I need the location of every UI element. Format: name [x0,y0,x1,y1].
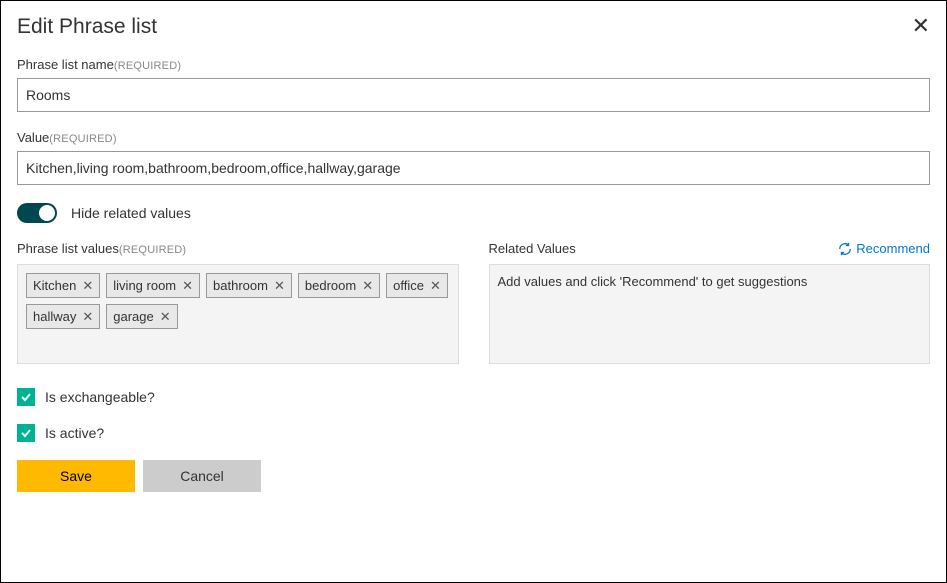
remove-tag-icon[interactable]: ✕ [182,279,193,292]
phrase-tag-text: bathroom [213,278,268,293]
name-required: (REQUIRED) [114,60,181,72]
phrase-tag-text: office [393,278,424,293]
related-values-box: Add values and click 'Recommend' to get … [489,264,931,364]
related-values-section: Related Values Recommend Add values and … [489,241,931,364]
remove-tag-icon[interactable]: ✕ [82,279,93,292]
related-values-label: Related Values [489,241,576,256]
refresh-icon [838,242,852,256]
cancel-button[interactable]: Cancel [143,460,261,492]
phrase-tag-text: living room [113,278,176,293]
recommend-button[interactable]: Recommend [838,241,930,256]
phrase-values-label-text: Phrase list values [17,241,119,256]
checkmark-icon [20,391,32,403]
value-required: (REQUIRED) [49,133,116,145]
close-icon[interactable]: ✕ [912,15,930,37]
related-placeholder: Add values and click 'Recommend' to get … [498,274,808,289]
value-label-text: Value [17,130,49,145]
dialog-title: Edit Phrase list [17,15,157,39]
phrase-tag: garage ✕ [106,304,177,329]
active-checkbox[interactable] [17,424,35,442]
phrase-tag: living room ✕ [106,273,200,298]
value-input[interactable] [17,151,930,185]
active-label: Is active? [45,425,104,441]
toggle-knob [39,205,55,221]
phrase-tag-text: hallway [33,309,76,324]
hide-related-label: Hide related values [71,205,191,221]
phrase-tag: bedroom ✕ [298,273,380,298]
remove-tag-icon[interactable]: ✕ [160,310,171,323]
phrase-tag: hallway ✕ [26,304,100,329]
phrase-values-box: Kitchen✕living room✕bathroom✕bedroom✕off… [17,264,459,364]
remove-tag-icon[interactable]: ✕ [362,279,373,292]
name-label: Phrase list name(REQUIRED) [17,57,930,72]
phrase-tag: bathroom ✕ [206,273,292,298]
phrase-tag-text: bedroom [305,278,356,293]
checkmark-icon [20,427,32,439]
remove-tag-icon[interactable]: ✕ [274,279,285,292]
hide-related-toggle[interactable] [17,203,57,223]
phrase-tag: office ✕ [386,273,448,298]
phrase-tag-text: Kitchen [33,278,76,293]
remove-tag-icon[interactable]: ✕ [430,279,441,292]
name-label-text: Phrase list name [17,57,114,72]
name-input[interactable] [17,78,930,112]
edit-phrase-list-dialog: Edit Phrase list ✕ Phrase list name(REQU… [0,0,947,583]
phrase-tag: Kitchen ✕ [26,273,100,298]
save-button[interactable]: Save [17,460,135,492]
phrase-values-section: Phrase list values(REQUIRED) Kitchen✕liv… [17,241,459,364]
exchangeable-checkbox[interactable] [17,388,35,406]
exchangeable-label: Is exchangeable? [45,389,155,405]
value-label: Value(REQUIRED) [17,130,930,145]
phrase-values-label: Phrase list values(REQUIRED) [17,241,186,256]
phrase-values-required: (REQUIRED) [119,244,186,256]
recommend-label: Recommend [856,241,930,256]
remove-tag-icon[interactable]: ✕ [82,310,93,323]
phrase-tag-text: garage [113,309,153,324]
